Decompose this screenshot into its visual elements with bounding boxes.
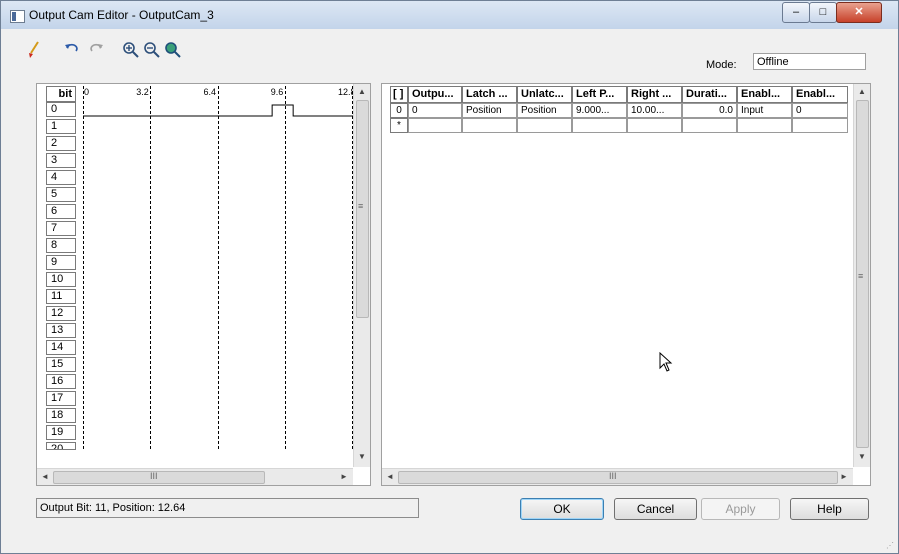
bit-row-label[interactable]: 17 [46,391,76,406]
bit-row-label[interactable]: 14 [46,340,76,355]
scroll-up-arrow[interactable]: ▲ [855,85,869,99]
bit-row-label[interactable]: 12 [46,306,76,321]
bit-row-label[interactable]: 5 [46,187,76,202]
grid-cell[interactable]: 9.000... [572,103,627,118]
scroll-down-arrow[interactable]: ▼ [855,450,869,464]
bit-row-label[interactable]: 10 [46,272,76,287]
close-button[interactable]: ✕ [836,2,882,23]
grid-cell[interactable]: 0 [792,103,848,118]
position-gridline [83,86,84,449]
output-cam-editor-window: Output Cam Editor - OutputCam_3 – □ ✕ Mo… [0,0,899,554]
scroll-thumb[interactable]: III [53,471,265,484]
undo-icon[interactable] [63,41,81,59]
app-icon [10,10,25,23]
grid-cell[interactable]: 10.00... [627,103,682,118]
scroll-grip: III [609,471,617,481]
pulse-waveform [83,104,353,117]
grid-cell[interactable] [517,118,572,133]
bit-row-label[interactable]: 8 [46,238,76,253]
bit-row-label[interactable]: 16 [46,374,76,389]
bit-row-label[interactable]: 19 [46,425,76,440]
zoom-in-icon[interactable] [122,41,140,59]
timeline-horizontal-scrollbar[interactable]: ◄ III ► [37,468,353,485]
grid-cell[interactable]: Position [462,103,517,118]
paintbrush-icon[interactable] [25,41,43,59]
zoom-fit-icon[interactable] [164,41,182,59]
grid-column-header[interactable]: Enabl... [792,86,848,103]
scroll-right-arrow[interactable]: ► [837,470,851,484]
mode-label: Mode: [706,59,737,71]
grid-cell[interactable] [682,118,737,133]
bit-row-label[interactable]: 11 [46,289,76,304]
bit-row-label[interactable]: 15 [46,357,76,372]
window-title: Output Cam Editor - OutputCam_3 [29,8,214,22]
scroll-grip: III [150,471,158,481]
grid-column-header[interactable]: Outpu... [408,86,462,103]
grid-column-header[interactable]: Durati... [682,86,737,103]
apply-button[interactable]: Apply [701,498,780,520]
maximize-button[interactable]: □ [809,2,837,23]
bit-row-label[interactable]: 20 [46,442,76,450]
bit-row-label[interactable]: 18 [46,408,76,423]
grid-cell[interactable] [627,118,682,133]
row-header-column[interactable]: [ ] [390,86,408,103]
bit-row-label[interactable]: 4 [46,170,76,185]
scroll-thumb[interactable]: ≡ [356,100,369,318]
scroll-down-arrow[interactable]: ▼ [355,450,369,464]
grid-cell[interactable]: Position [517,103,572,118]
grid-cell[interactable]: 0 [408,103,462,118]
grid-column-header[interactable]: Left P... [572,86,627,103]
grid-cell[interactable]: Input [737,103,792,118]
bit-row-label[interactable]: 3 [46,153,76,168]
grid-cell[interactable] [408,118,462,133]
mouse-pointer-icon [659,352,673,372]
grid-cell[interactable] [792,118,848,133]
timeline-vertical-scrollbar[interactable]: ▲ ≡ ▼ [353,84,370,467]
grid-column-header[interactable]: Unlatc... [517,86,572,103]
grid-column-header[interactable]: Right ... [627,86,682,103]
cam-timeline-panel[interactable]: bit 0 3.2 6.4 9.6 12.8 0 1 2 3 4 5 6 7 8 9 10 11 12 13 14 1… [36,83,371,486]
status-bar: Output Bit: 11, Position: 12.64 [36,498,419,518]
bit-row-label[interactable]: 7 [46,221,76,236]
grid-cell[interactable] [572,118,627,133]
cam-table-panel[interactable]: [ ] Outpu... Latch ... Unlatc... Left P... R… [381,83,871,486]
redo-icon [87,41,105,59]
grid-cell[interactable] [462,118,517,133]
scroll-left-arrow[interactable]: ◄ [383,470,397,484]
ok-button[interactable]: OK [520,498,604,520]
resize-grip[interactable]: ⋰ [886,541,894,550]
grid-cell[interactable] [737,118,792,133]
scroll-left-arrow[interactable]: ◄ [38,470,52,484]
scroll-right-arrow[interactable]: ► [337,470,351,484]
bit-row-label[interactable]: 9 [46,255,76,270]
position-gridline [284,86,286,449]
grid-vertical-scrollbar[interactable]: ▲ ≡ ▼ [853,84,870,467]
bit-row-label[interactable]: 6 [46,204,76,219]
scroll-thumb[interactable]: ≡ [856,100,869,448]
grid-column-header[interactable]: Enabl... [737,86,792,103]
minimize-button[interactable]: – [782,2,810,23]
title-bar[interactable]: Output Cam Editor - OutputCam_3 – □ ✕ [1,1,898,29]
grid-row-header[interactable]: * [390,118,408,133]
scroll-up-arrow[interactable]: ▲ [355,85,369,99]
grid-row-header[interactable]: 0 [390,103,408,118]
position-gridline [217,86,219,449]
bit-row-label[interactable]: 13 [46,323,76,338]
scroll-grip: ≡ [358,201,364,211]
mode-field[interactable]: Offline [753,53,866,70]
scroll-grip: ≡ [858,271,864,281]
grid-column-header[interactable]: Latch ... [462,86,517,103]
grid-cell[interactable]: 0.0 [682,103,737,118]
scroll-thumb[interactable]: III [398,471,838,484]
position-gridline [150,86,152,449]
grid-horizontal-scrollbar[interactable]: ◄ III ► [382,468,853,485]
bit-0-pulse[interactable] [37,84,353,124]
zoom-out-icon[interactable] [143,41,161,59]
cancel-button[interactable]: Cancel [614,498,697,520]
help-button[interactable]: Help [790,498,869,520]
bit-row-label[interactable]: 2 [46,136,76,151]
